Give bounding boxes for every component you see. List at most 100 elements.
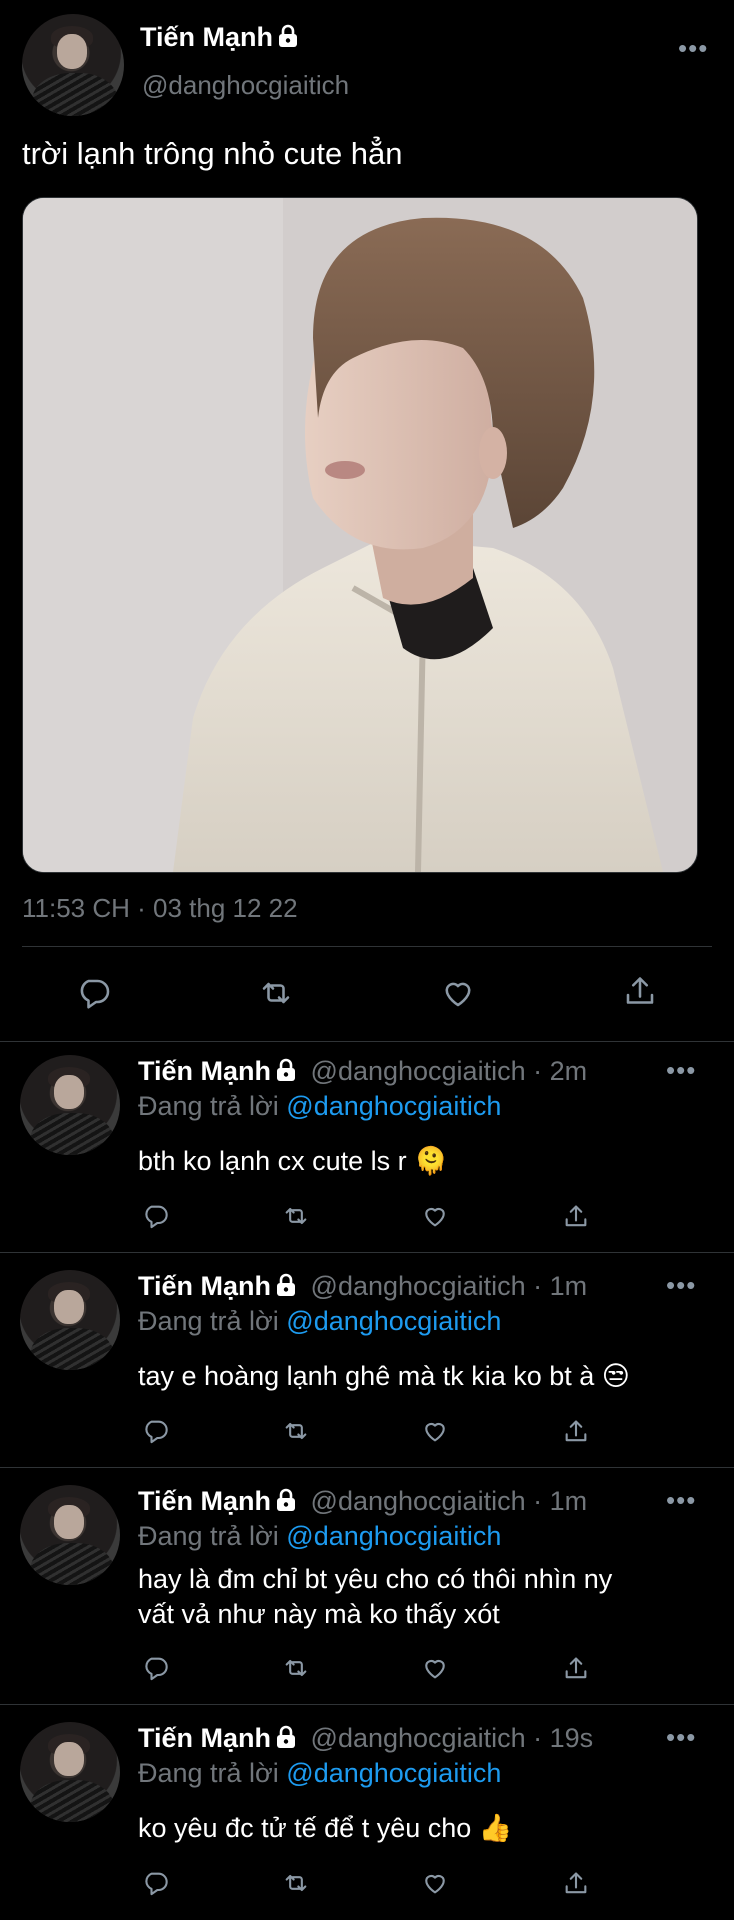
more-dots-icon[interactable]: ••• <box>666 1487 696 1513</box>
handle[interactable]: @danghocgiaitich <box>311 1271 526 1301</box>
more-dots-icon[interactable]: ••• <box>678 35 708 61</box>
share-button[interactable] <box>562 1417 590 1447</box>
mention-link[interactable]: @danghocgiaitich <box>286 1306 501 1336</box>
divider <box>22 946 712 947</box>
replying-prefix: Đang trả lời <box>138 1521 279 1551</box>
lock-icon <box>275 1725 297 1749</box>
handle[interactable]: @danghocgiaitich <box>311 1723 526 1753</box>
retweet-icon <box>285 1422 307 1440</box>
reply-button[interactable] <box>140 1202 170 1230</box>
display-name[interactable]: Tiến Mạnh <box>138 1486 271 1516</box>
more-dots-icon[interactable]: ••• <box>666 1724 696 1750</box>
divider <box>0 1041 734 1042</box>
lock-icon <box>275 1058 297 1082</box>
retweet-icon <box>285 1207 307 1225</box>
divider <box>0 1467 734 1468</box>
speech-bubble-icon <box>80 979 110 1009</box>
share-icon <box>565 1205 587 1227</box>
handle[interactable]: @danghocgiaitich <box>311 1486 526 1516</box>
time[interactable]: · 19s <box>533 1723 593 1753</box>
reply-button[interactable] <box>140 1654 170 1682</box>
more-dots-icon[interactable]: ••• <box>666 1272 696 1298</box>
replying-prefix: Đang trả lời <box>138 1306 279 1336</box>
share-icon <box>565 1872 587 1894</box>
reply-text-line: bth ko lạnh cx cute ls r 🫠 <box>138 1146 448 1176</box>
like-button[interactable] <box>420 1654 450 1682</box>
heart-icon <box>425 1874 445 1894</box>
share-button[interactable] <box>562 1202 590 1232</box>
reply-text-line: ko yêu đc tử tế để t yêu cho 👍 <box>138 1813 513 1843</box>
avatar[interactable] <box>20 1270 120 1370</box>
avatar[interactable] <box>20 1722 120 1822</box>
replying-prefix: Đang trả lời <box>138 1091 279 1121</box>
retweet-button[interactable] <box>280 1417 312 1445</box>
display-name[interactable]: Tiến Mạnh <box>138 1056 271 1086</box>
reply-button[interactable] <box>74 975 112 1011</box>
divider <box>0 1704 734 1705</box>
share-button[interactable] <box>562 1869 590 1899</box>
retweet-button[interactable] <box>280 1869 312 1897</box>
more-dots-icon[interactable]: ••• <box>666 1057 696 1083</box>
like-button[interactable] <box>420 1202 450 1230</box>
timestamp[interactable]: 11:53 CH · 03 thg 12 22 <box>22 893 298 924</box>
replying-to-line: Đang trả lời @danghocgiaitich <box>138 1091 501 1122</box>
share-button[interactable] <box>622 973 658 1011</box>
reply-header: Tiến Mạnh @danghocgiaitich · 1m <box>138 1271 587 1302</box>
reply-text: hay là đm chỉ bt yêu cho có thôi nhìn ny… <box>138 1562 612 1632</box>
heart-icon <box>445 982 471 1007</box>
display-name[interactable]: Tiến Mạnh <box>140 22 273 52</box>
handle[interactable]: @danghocgiaitich <box>142 70 349 101</box>
speech-bubble-icon <box>145 1420 168 1444</box>
share-icon <box>565 1657 587 1679</box>
person-photo-illustration <box>23 198 697 872</box>
mention-link[interactable]: @danghocgiaitich <box>286 1521 501 1551</box>
replying-to-line: Đang trả lời @danghocgiaitich <box>138 1758 501 1789</box>
reply-button[interactable] <box>140 1869 170 1897</box>
retweet-icon <box>285 1659 307 1677</box>
replying-to-line: Đang trả lời @danghocgiaitich <box>138 1306 501 1337</box>
speech-bubble-icon <box>145 1872 168 1896</box>
avatar[interactable] <box>20 1485 120 1585</box>
time[interactable]: · 2m <box>533 1056 587 1086</box>
reply-text: tay e hoàng lạnh ghê mà tk kia ko bt à 😒 <box>138 1359 630 1394</box>
retweet-button[interactable] <box>280 1202 312 1230</box>
retweet-button[interactable] <box>256 975 296 1011</box>
avatar[interactable] <box>20 1055 120 1155</box>
display-name[interactable]: Tiến Mạnh <box>138 1271 271 1301</box>
like-button[interactable] <box>420 1417 450 1445</box>
speech-bubble-icon <box>145 1205 168 1229</box>
reply-text-line: tay e hoàng lạnh ghê mà tk kia ko bt à 😒 <box>138 1361 630 1391</box>
time[interactable]: · 1m <box>533 1271 587 1301</box>
share-icon <box>626 977 654 1004</box>
retweet-icon <box>262 982 290 1004</box>
reply-button[interactable] <box>140 1417 170 1445</box>
like-button[interactable] <box>420 1869 450 1897</box>
reply-header: Tiến Mạnh @danghocgiaitich · 19s <box>138 1723 593 1754</box>
handle[interactable]: @danghocgiaitich <box>311 1056 526 1086</box>
mention-link[interactable]: @danghocgiaitich <box>286 1758 501 1788</box>
reply-text: ko yêu đc tử tế để t yêu cho 👍 <box>138 1811 512 1846</box>
time[interactable]: · 1m <box>533 1486 587 1516</box>
lock-icon <box>277 24 299 48</box>
tweet-text: trời lạnh trông nhỏ cute hẳn <box>22 136 403 171</box>
divider <box>0 1252 734 1253</box>
heart-icon <box>425 1207 445 1227</box>
like-button[interactable] <box>439 975 477 1011</box>
reply-text-line: hay là đm chỉ bt yêu cho có thôi nhìn ny <box>138 1564 613 1594</box>
replying-prefix: Đang trả lời <box>138 1758 279 1788</box>
retweet-button[interactable] <box>280 1654 312 1682</box>
replying-to-line: Đang trả lời @danghocgiaitich <box>138 1521 501 1552</box>
share-button[interactable] <box>562 1654 590 1684</box>
avatar[interactable] <box>22 14 124 116</box>
tweet-photo[interactable] <box>22 197 698 873</box>
reply-text-line: vất vả như này mà ko thấy xót <box>138 1599 500 1629</box>
lock-icon <box>275 1488 297 1512</box>
heart-icon <box>425 1659 445 1679</box>
mention-link[interactable]: @danghocgiaitich <box>286 1091 501 1121</box>
lock-icon <box>275 1273 297 1297</box>
reply-text: bth ko lạnh cx cute ls r 🫠 <box>138 1144 448 1179</box>
display-name-row: Tiến Mạnh <box>140 22 299 56</box>
display-name[interactable]: Tiến Mạnh <box>138 1723 271 1753</box>
share-icon <box>565 1420 587 1442</box>
heart-icon <box>425 1422 445 1442</box>
